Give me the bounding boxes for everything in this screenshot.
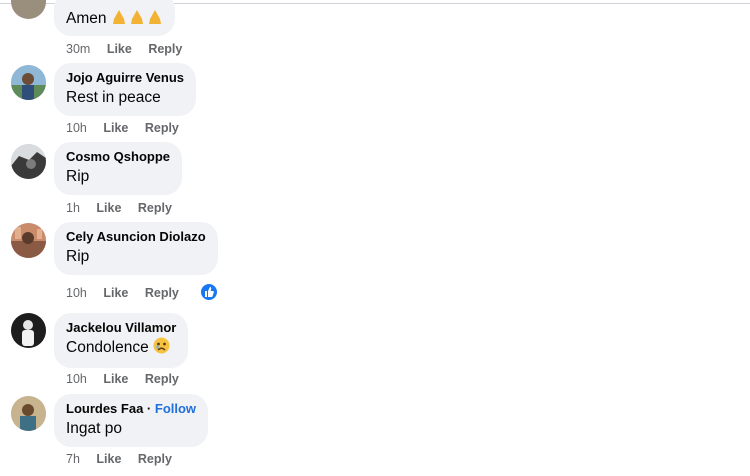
reply-link[interactable]: Reply bbox=[145, 372, 179, 386]
comment-bubble: Jackelou Villamor Condolence bbox=[54, 313, 189, 368]
comment-bubble: Jojo Aguirre Venus Rest in peace bbox=[54, 63, 196, 116]
comment-bubble: Cosmo Qshoppe Rip bbox=[54, 142, 183, 195]
like-link[interactable]: Like bbox=[96, 201, 121, 215]
comment-text-value: Condolence bbox=[66, 339, 149, 356]
avatar[interactable] bbox=[11, 223, 46, 258]
avatar[interactable] bbox=[11, 65, 46, 100]
avatar[interactable] bbox=[11, 144, 46, 179]
comment-text: Rip bbox=[66, 168, 90, 185]
follow-button[interactable]: Follow bbox=[155, 401, 196, 416]
comment-actions: 10h Like Reply bbox=[66, 286, 192, 300]
comment-text: Ingat po bbox=[66, 420, 123, 437]
comment-author-line: Lourdes Faa · Follow bbox=[66, 400, 196, 418]
comment-time[interactable]: 7h bbox=[66, 452, 80, 466]
like-reaction-icon[interactable] bbox=[199, 282, 219, 302]
comment-author[interactable]: Jojo Aguirre Venus bbox=[66, 69, 184, 87]
comment-time[interactable]: 1h bbox=[66, 201, 80, 215]
comment-author[interactable]: Cely Asuncion Diolazo bbox=[66, 228, 206, 246]
like-link[interactable]: Like bbox=[103, 372, 128, 386]
comment-actions: 1h Like Reply bbox=[66, 201, 185, 215]
reply-link[interactable]: Reply bbox=[138, 452, 172, 466]
like-link[interactable]: Like bbox=[96, 452, 121, 466]
like-link[interactable]: Like bbox=[107, 42, 132, 56]
reply-link[interactable]: Reply bbox=[138, 201, 172, 215]
avatar[interactable] bbox=[11, 0, 46, 19]
comment-bubble: Amen bbox=[54, 0, 175, 36]
comment-time[interactable]: 10h bbox=[66, 121, 87, 135]
comment-actions: 10h Like Reply bbox=[66, 372, 192, 386]
reply-link[interactable]: Reply bbox=[148, 42, 182, 56]
comment-author[interactable]: Jackelou Villamor bbox=[66, 319, 176, 337]
comment-time[interactable]: 30m bbox=[66, 42, 90, 56]
comment-author[interactable]: Cosmo Qshoppe bbox=[66, 148, 170, 166]
comment-text: Rest in peace bbox=[66, 89, 161, 106]
comment-actions: 7h Like Reply bbox=[66, 452, 185, 466]
follow-separator: · bbox=[146, 401, 152, 416]
comment-bubble: Lourdes Faa · Follow Ingat po bbox=[54, 394, 209, 447]
like-link[interactable]: Like bbox=[103, 121, 128, 135]
sad-face-icon bbox=[153, 337, 170, 360]
comment-text: Rip bbox=[66, 248, 90, 265]
comment-text: Amen bbox=[66, 10, 107, 27]
comment-author[interactable]: Lourdes Faa bbox=[66, 401, 143, 416]
comment-time[interactable]: 10h bbox=[66, 372, 87, 386]
reply-link[interactable]: Reply bbox=[145, 121, 179, 135]
comment-time[interactable]: 10h bbox=[66, 286, 87, 300]
reply-link[interactable]: Reply bbox=[145, 286, 179, 300]
avatar[interactable] bbox=[11, 396, 46, 431]
avatar[interactable] bbox=[11, 313, 46, 348]
like-link[interactable]: Like bbox=[103, 286, 128, 300]
comment-actions: 10h Like Reply bbox=[66, 121, 192, 135]
comment-actions: 30m Like Reply bbox=[66, 42, 195, 56]
comment-bubble: Cely Asuncion Diolazo Rip bbox=[54, 222, 218, 275]
comment-text: Condolence bbox=[66, 337, 176, 360]
folded-hands-icon bbox=[111, 9, 163, 30]
